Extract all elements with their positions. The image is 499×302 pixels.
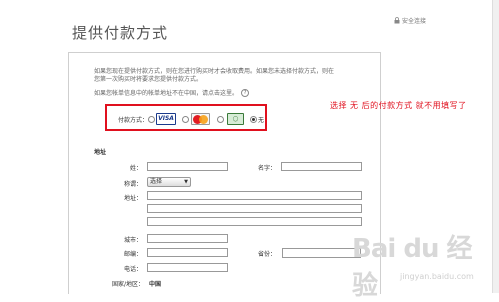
address-section-title: 地址 — [94, 149, 107, 156]
lock-icon — [394, 17, 400, 24]
first-name-label: 名字： — [257, 165, 276, 172]
none-option-label: 无 — [258, 117, 265, 124]
watermark-url: jingyan.baidu.com — [400, 272, 474, 281]
radio-visa[interactable] — [148, 116, 155, 123]
address-label: 地址： — [123, 195, 142, 202]
salutation-select[interactable]: 选择 ▼ — [147, 177, 191, 187]
page-title: 提供付款方式 — [72, 24, 169, 42]
mastercard-icon — [191, 113, 210, 125]
intro-text: 如果您现在提供付款方式，则在您进行购买时才会收取费用。如果您未选择付款方式，则在… — [94, 68, 335, 83]
address-line-1-input[interactable] — [147, 191, 362, 200]
visa-card-text: VISA — [158, 115, 174, 122]
watermark-brand: Bai du 经验 — [352, 234, 473, 301]
radio-none[interactable] — [250, 116, 257, 123]
country-value: 中国 — [149, 281, 162, 288]
postcode-input[interactable] — [147, 248, 228, 257]
red-annotation: 选择 无 后的付款方式 就不用填写了 — [330, 101, 467, 110]
city-label: 城市： — [123, 237, 142, 244]
address-hint-label: 如果您帐单信息中的帐单地址不在中国，请点击这里。 — [94, 90, 239, 97]
baidu-jingyan-watermark: Bai du 经验 jingyan.baidu.com — [352, 218, 492, 301]
payment-method-label: 付款方式： — [118, 117, 149, 124]
first-name-input[interactable] — [281, 162, 362, 171]
salutation-value: 选择 — [150, 178, 163, 185]
address-line-3-input[interactable] — [147, 217, 362, 226]
other-card-text: ◯ — [232, 116, 239, 122]
visa-card-icon: VISA — [156, 113, 176, 125]
country-label: 国家/地区： — [111, 281, 144, 288]
help-icon[interactable]: ? — [241, 88, 250, 97]
province-label: 省份： — [257, 251, 276, 258]
address-hint[interactable]: 如果您帐单信息中的帐单地址不在中国，请点击这里。 ? — [94, 88, 250, 97]
city-input[interactable] — [147, 234, 228, 243]
phone-input[interactable] — [147, 263, 228, 272]
radio-other-card[interactable] — [217, 116, 224, 123]
scrollbar[interactable] — [492, 0, 499, 293]
phone-label: 电话： — [123, 266, 142, 273]
province-select[interactable]: ▼ — [282, 248, 361, 258]
chevron-down-icon: ▼ — [184, 179, 188, 185]
last-name-input[interactable] — [147, 162, 228, 171]
address-line-2-input[interactable] — [147, 204, 362, 213]
secure-connection-label: 安全连接 — [402, 18, 427, 25]
salutation-label: 称谓： — [123, 181, 142, 188]
secure-connection-link[interactable]: 安全连接 — [394, 16, 426, 25]
radio-mastercard[interactable] — [182, 116, 189, 123]
postcode-label: 邮编： — [123, 251, 142, 258]
last-name-label: 姓： — [129, 165, 142, 172]
other-card-icon: ◯ — [227, 113, 244, 125]
